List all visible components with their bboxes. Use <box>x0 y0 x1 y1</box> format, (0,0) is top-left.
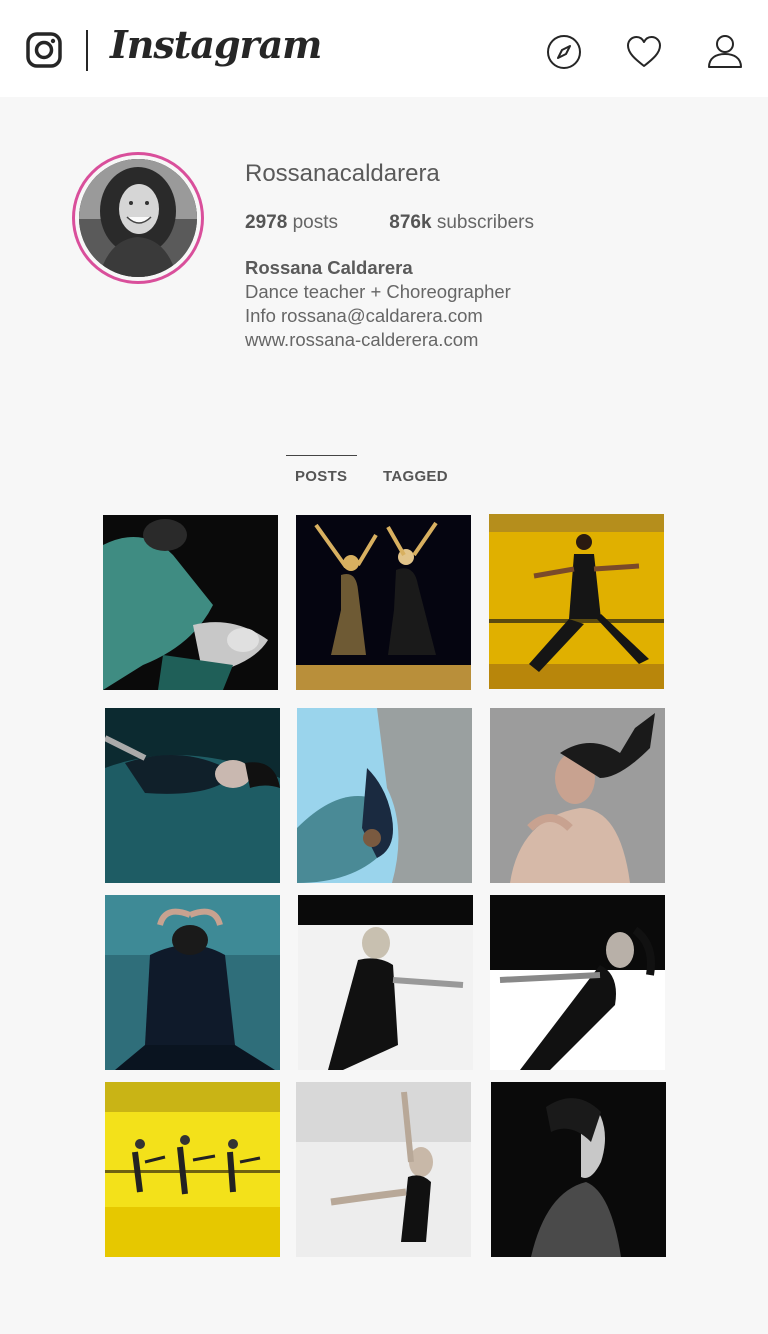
avatar[interactable] <box>79 159 197 277</box>
subscribers-count: 876k <box>389 212 432 233</box>
heart-icon[interactable] <box>625 33 663 71</box>
header-divider <box>86 30 88 71</box>
post-thumbnail[interactable] <box>491 1082 666 1257</box>
post-thumbnail[interactable] <box>489 514 664 689</box>
post-thumbnail[interactable] <box>105 895 280 1070</box>
subscribers-label: subscribers <box>436 212 534 233</box>
posts-label: posts <box>292 212 338 233</box>
profile-full-name: Rossana Caldarera <box>245 257 413 278</box>
bio-line: Dance teacher + Choreographer <box>245 281 511 302</box>
post-thumbnail[interactable] <box>105 708 280 883</box>
compass-icon[interactable] <box>545 33 583 71</box>
posts-count-stat[interactable]: 2978 posts <box>245 212 338 234</box>
post-thumbnail[interactable] <box>105 1082 280 1257</box>
posts-count: 2978 <box>245 212 288 233</box>
subscribers-count-stat[interactable]: 876k subscribers <box>389 212 534 234</box>
profile-stats: 2978 posts 876k subscribers <box>245 212 534 234</box>
bio-email: Info rossana@caldarera.com <box>245 305 483 326</box>
profile-username: Rossanacaldarera <box>245 160 440 187</box>
post-thumbnail[interactable] <box>490 895 665 1070</box>
profile-bio: Rossana Caldarera Dance teacher + Choreo… <box>245 256 511 352</box>
instagram-logo-icon[interactable] <box>26 32 62 68</box>
post-thumbnail[interactable] <box>298 895 473 1070</box>
post-thumbnail[interactable] <box>490 708 665 883</box>
tab-posts[interactable]: POSTS <box>295 468 347 485</box>
top-nav-bar: Instagram <box>0 0 768 97</box>
post-thumbnail[interactable] <box>296 515 471 690</box>
user-icon[interactable] <box>706 33 744 71</box>
bio-website-link[interactable]: www.rossana-calderera.com <box>245 328 511 352</box>
post-thumbnail[interactable] <box>103 515 278 690</box>
instagram-wordmark[interactable]: Instagram <box>110 22 322 67</box>
post-thumbnail[interactable] <box>296 1082 471 1257</box>
post-thumbnail[interactable] <box>297 708 472 883</box>
active-tab-indicator <box>286 455 357 456</box>
tab-tagged[interactable]: TAGGED <box>383 468 448 485</box>
